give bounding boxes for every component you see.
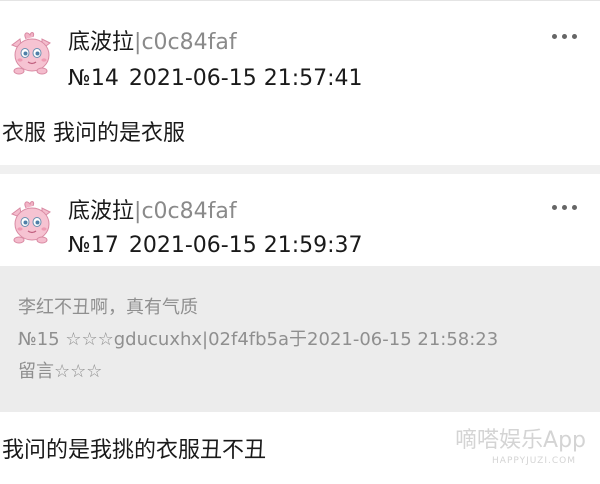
post-author[interactable]: 底波拉|c0c84faf xyxy=(68,29,237,57)
post-card: 底波拉|c0c84faf №17 2021-06-15 21:59:37 李红不丑… xyxy=(0,174,600,484)
post-number: №17 xyxy=(68,233,119,258)
more-dots-icon[interactable] xyxy=(552,202,578,214)
post-body: 衣服 我问的是衣服 xyxy=(2,121,185,146)
watermark-en: HAPPYJUZI.COM xyxy=(492,456,576,466)
quoted-reply[interactable]: 李红不丑啊，真有气质 №15 ☆☆☆gducuxhx|02f4fb5a于2021… xyxy=(0,266,600,412)
author-name: 底波拉 xyxy=(68,30,135,55)
post-body: 我问的是我挑的衣服丑不丑 xyxy=(2,438,267,463)
post-number: №14 xyxy=(68,66,119,91)
quote-text: 李红不丑啊，真有气质 xyxy=(18,297,198,318)
avatar[interactable] xyxy=(6,196,58,248)
quote-meta: №15 ☆☆☆gducuxhx|02f4fb5a于2021-06-15 21:5… xyxy=(18,329,499,350)
more-dots-icon[interactable] xyxy=(552,31,578,43)
post-meta: №14 2021-06-15 21:57:41 xyxy=(68,65,363,93)
post-timestamp: 2021-06-15 21:57:41 xyxy=(128,66,363,91)
author-hash: c0c84faf xyxy=(141,30,237,55)
watermark: 嘀嗒娱乐App HAPPYJUZI.COM xyxy=(438,428,586,468)
quote-suffix: 留言☆☆☆ xyxy=(18,361,103,382)
post-card: 底波拉|c0c84faf №14 2021-06-15 21:57:41 衣服 我… xyxy=(0,0,600,165)
post-author[interactable]: 底波拉|c0c84faf xyxy=(68,198,237,226)
watermark-cn: 嘀嗒娱乐App xyxy=(455,428,586,453)
author-name: 底波拉 xyxy=(68,199,135,224)
avatar[interactable] xyxy=(6,27,58,79)
post-meta: №17 2021-06-15 21:59:37 xyxy=(68,232,363,260)
author-hash: c0c84faf xyxy=(141,199,237,224)
post-timestamp: 2021-06-15 21:59:37 xyxy=(128,233,363,258)
